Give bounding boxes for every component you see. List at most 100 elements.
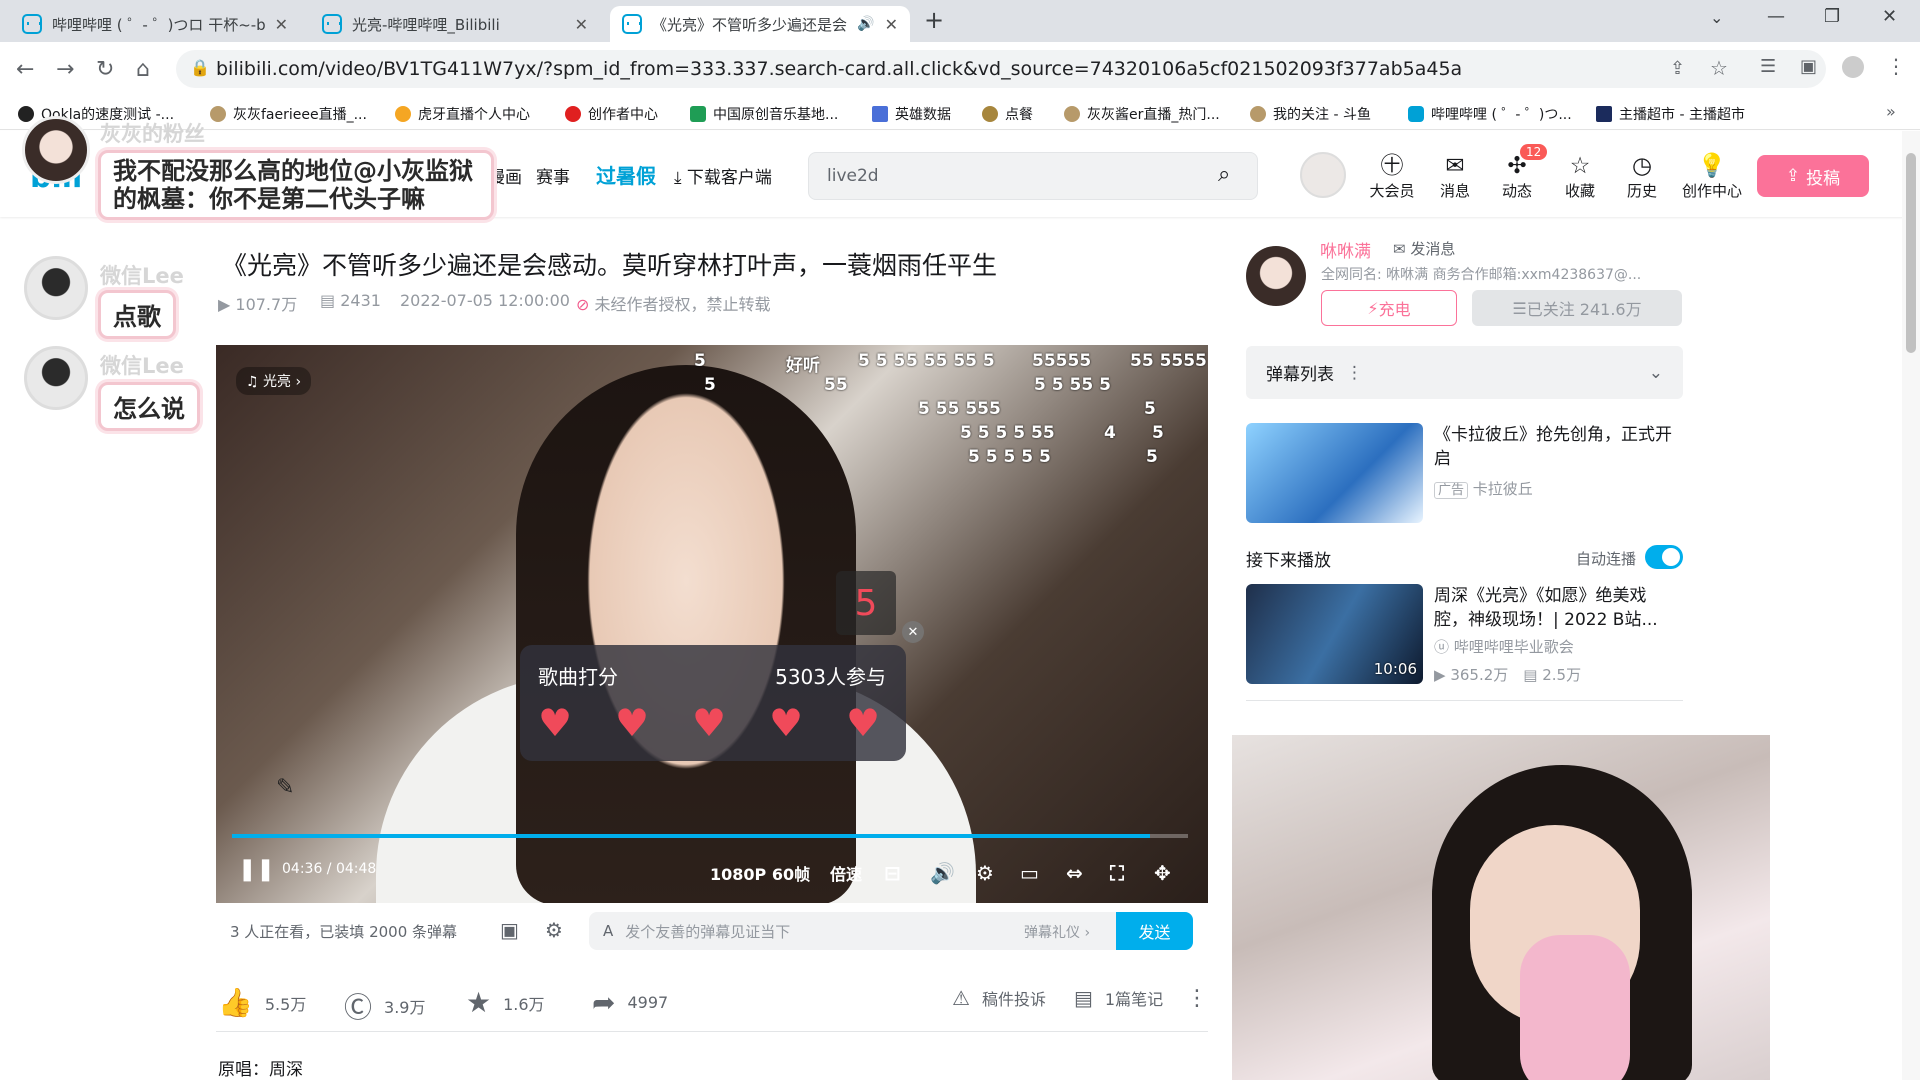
- tab-search-icon[interactable]: ⌄: [1710, 8, 1723, 27]
- search-input[interactable]: live2d: [808, 152, 1258, 200]
- ad-thumbnail[interactable]: [1246, 423, 1423, 523]
- bookmark-item[interactable]: 点餐: [982, 104, 1033, 124]
- page-scrollbar[interactable]: [1902, 131, 1920, 1080]
- danmaku-settings-icon[interactable]: ⚙: [545, 918, 563, 942]
- font-style-icon[interactable]: A: [603, 922, 613, 940]
- speed-button[interactable]: 倍速: [830, 861, 862, 885]
- bookmark-star-icon[interactable]: ☆: [1710, 56, 1728, 80]
- upload-button[interactable]: ⇪ 投稿: [1757, 155, 1869, 197]
- follow-button[interactable]: ☰ 已关注 241.6万: [1472, 290, 1682, 326]
- back-icon[interactable]: ←: [16, 57, 34, 82]
- favorite-button[interactable]: ★ 1.6万: [466, 986, 545, 1019]
- heart-icon[interactable]: ♥: [615, 701, 649, 745]
- pip-icon[interactable]: ▭: [1020, 861, 1039, 885]
- chevron-down-icon: ⌄: [1648, 362, 1663, 383]
- audio-playing-icon[interactable]: 🔊: [857, 16, 874, 32]
- header-creator[interactable]: 💡 创作中心: [1678, 152, 1746, 201]
- rec-title[interactable]: 周深《光亮》《如愿》绝美戏腔，神级现场！| 2022 B站...: [1434, 584, 1679, 632]
- progress-bar[interactable]: [232, 834, 1188, 838]
- sidepanel-icon[interactable]: ▣: [1800, 56, 1817, 77]
- autoplay-toggle[interactable]: [1645, 545, 1683, 569]
- restore-icon[interactable]: ❐: [1824, 6, 1840, 27]
- danmaku: 5 5 5 5 55: [960, 423, 1055, 443]
- rec-thumbnail[interactable]: 10:06: [1246, 584, 1423, 684]
- share-button[interactable]: ➦ 4997: [592, 986, 668, 1019]
- forward-icon[interactable]: →: [56, 57, 74, 82]
- quality-button[interactable]: 1080P 60帧: [710, 861, 810, 885]
- web-fullscreen-icon[interactable]: ⛶: [1110, 861, 1124, 885]
- more-actions-icon[interactable]: ⋮: [1186, 986, 1208, 1011]
- more-bookmarks-icon[interactable]: »: [1886, 102, 1896, 121]
- more-menu-icon[interactable]: ⋮: [1886, 54, 1906, 78]
- nav-download[interactable]: ⤓ 下载客户端: [674, 163, 772, 188]
- new-tab-icon[interactable]: +: [924, 6, 944, 34]
- header-vip[interactable]: ㊉大会员: [1364, 152, 1420, 201]
- play-count-icon: ▶: [1434, 666, 1451, 684]
- header-message[interactable]: ✉ 消息: [1427, 152, 1483, 201]
- bilibili-favicon-icon: [622, 14, 642, 34]
- search-icon[interactable]: ⌕: [1218, 162, 1230, 187]
- fullscreen-icon[interactable]: ✥: [1154, 861, 1171, 885]
- bookmark-item[interactable]: 灰灰faerieee直播_...: [210, 104, 367, 124]
- url-bar[interactable]: 🔒 bilibili.com/video/BV1TG411W7yx/?spm_i…: [176, 50, 1826, 88]
- bookmark-item[interactable]: 我的关注 - 斗鱼: [1250, 104, 1371, 124]
- close-popup-icon[interactable]: ✕: [902, 621, 924, 643]
- danmaku-toggle-icon[interactable]: ▣: [500, 918, 519, 942]
- video-player[interactable]: ♫ 光亮 › 好听 5 55 5 5 5 5 55 55 5 55555 55 …: [216, 345, 1208, 903]
- share-icon[interactable]: ⇪: [1670, 58, 1685, 79]
- close-tab-icon[interactable]: ✕: [575, 15, 588, 34]
- send-message-link[interactable]: ✉ 发消息: [1393, 238, 1455, 259]
- danmaku-placeholder: 发个友善的弹幕见证当下: [625, 922, 791, 941]
- close-tab-icon[interactable]: ✕: [275, 15, 288, 34]
- settings-gear-icon[interactable]: ⚙: [976, 861, 994, 885]
- reload-icon[interactable]: ↻: [96, 57, 114, 82]
- close-tab-icon[interactable]: ✕: [885, 15, 898, 34]
- subtitle-off-icon[interactable]: ⊟: [884, 861, 901, 885]
- report-button[interactable]: ⚠ 稿件投诉: [952, 986, 1046, 1010]
- widescreen-icon[interactable]: ⇔: [1066, 861, 1083, 885]
- song-tag[interactable]: ♫ 光亮 ›: [236, 367, 312, 395]
- browser-tab[interactable]: 哔哩哔哩 ( ゜- ゜)つロ 干杯~-bili ✕: [10, 6, 300, 42]
- danmaku-etiquette-link[interactable]: 弹幕礼仪 ›: [1024, 922, 1090, 942]
- bookmark-item[interactable]: 虎牙直播个人中心: [395, 104, 530, 124]
- uploader-name[interactable]: 咻咻满: [1320, 237, 1371, 262]
- danmaku-list-toggle[interactable]: 弹幕列表 ⋮ ⌄: [1246, 346, 1683, 399]
- reading-list-icon[interactable]: ☰: [1760, 56, 1776, 77]
- heart-icon[interactable]: ♥: [692, 701, 726, 745]
- video-frame-face: [516, 365, 856, 903]
- bookmark-item[interactable]: 灰灰酱er直播_热门...: [1064, 104, 1220, 124]
- browser-tab[interactable]: 光亮-哔哩哔哩_Bilibili ✕: [310, 6, 600, 42]
- heart-icon[interactable]: ♥: [538, 701, 572, 745]
- bookmark-item[interactable]: 主播超市 - 主播超市: [1596, 104, 1745, 124]
- bookmark-item[interactable]: 英雄数据: [872, 104, 951, 124]
- header-history[interactable]: ◷ 历史: [1614, 152, 1670, 201]
- like-button[interactable]: 👍 5.5万: [218, 986, 306, 1019]
- ad-title[interactable]: 《卡拉彼丘》抢先创角，正式开启: [1434, 423, 1679, 471]
- bookmark-item[interactable]: 中国原创音乐基地...: [690, 104, 838, 124]
- send-danmaku-button[interactable]: 发送: [1116, 912, 1193, 950]
- minimize-icon[interactable]: —: [1767, 6, 1785, 27]
- uploader-avatar[interactable]: [1246, 246, 1306, 306]
- bookmark-item[interactable]: 哔哩哔哩 ( ゜- ゜)つ...: [1408, 104, 1572, 124]
- nav-summer[interactable]: 过暑假: [596, 160, 656, 189]
- pause-icon[interactable]: ❚❚: [238, 857, 275, 882]
- notes-button[interactable]: ▤ 1篇笔记: [1074, 986, 1163, 1010]
- home-icon[interactable]: ⌂: [136, 57, 150, 82]
- kebab-icon[interactable]: ⋮: [1346, 363, 1363, 383]
- rec-uploader[interactable]: ⓤ 哔哩哔哩毕业歌会: [1434, 636, 1574, 657]
- danmaku-input[interactable]: A 发个友善的弹幕见证当下: [589, 912, 1193, 950]
- heart-icon[interactable]: ♥: [769, 701, 803, 745]
- nav-esports[interactable]: 赛事: [536, 163, 570, 188]
- bookmark-item[interactable]: 创作者中心: [565, 104, 658, 124]
- window-close-icon[interactable]: ✕: [1882, 6, 1897, 27]
- volume-icon[interactable]: 🔊: [930, 861, 955, 885]
- tab-title: 哔哩哔哩 ( ゜- ゜)つロ 干杯~-bili: [52, 15, 265, 34]
- browser-tab-active[interactable]: 《光亮》不管听多少遍还是会 🔊 ✕: [610, 6, 910, 42]
- coin-button[interactable]: Ⓒ 3.9万: [344, 986, 425, 1026]
- charge-button[interactable]: ⚡ 充电: [1321, 290, 1457, 326]
- scrollbar-thumb[interactable]: [1906, 153, 1916, 353]
- profile-avatar[interactable]: [1842, 56, 1864, 78]
- heart-icon[interactable]: ♥: [846, 701, 880, 745]
- header-favorites[interactable]: ☆ 收藏: [1552, 152, 1608, 201]
- user-avatar[interactable]: [1300, 152, 1346, 198]
